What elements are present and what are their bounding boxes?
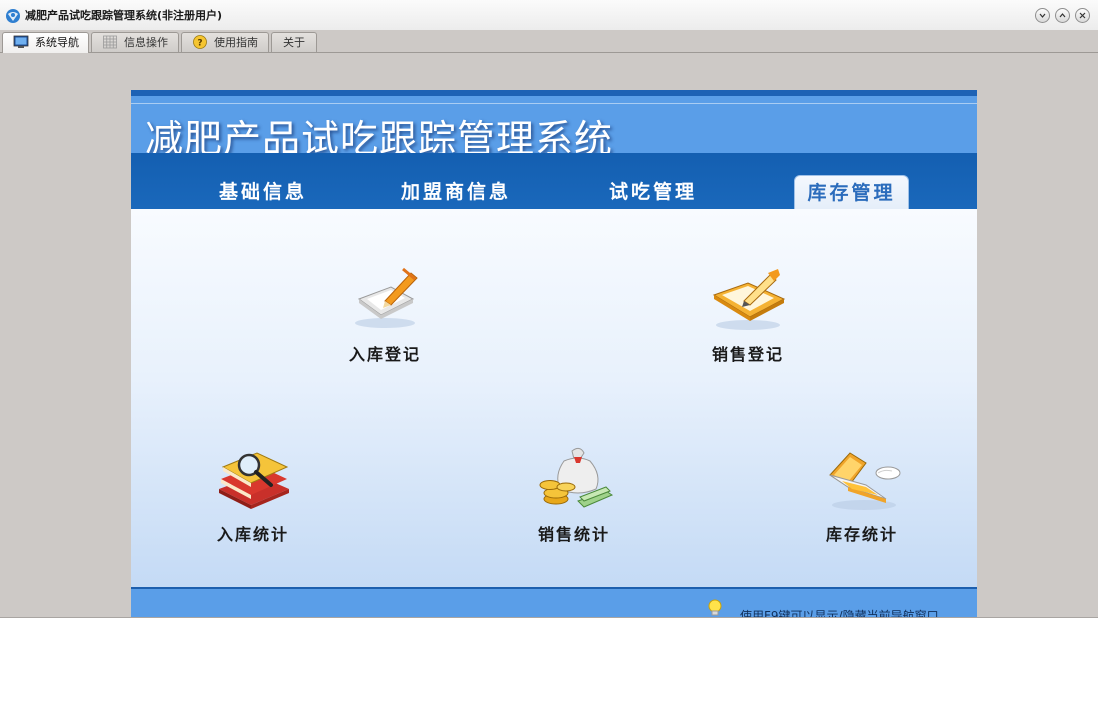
laptop-mouse-icon [829, 452, 901, 510]
tab-user-guide[interactable]: ? 使用指南 [181, 32, 269, 52]
close-button[interactable] [1075, 8, 1090, 23]
nav-tab-basic-info[interactable]: 基础信息 [203, 175, 323, 209]
stock-in-register-button[interactable]: 入库登记 [325, 265, 445, 375]
sales-register-button[interactable]: 销售登记 [688, 265, 808, 375]
function-label: 销售登记 [711, 345, 784, 364]
grid-icon [103, 35, 117, 49]
module-nav: 基础信息 加盟商信息 试吃管理 库存管理 [131, 153, 977, 209]
function-label: 入库统计 [216, 525, 289, 544]
tab-bar: 系统导航 信息操作 ? 使用指南 关于 [0, 30, 1098, 53]
tab-label: 系统导航 [35, 36, 79, 49]
tab-label: 使用指南 [214, 36, 258, 49]
app-window: 减肥产品试吃跟踪管理系统(非注册用户) 系统导航 信息操作 ? 使用指南 关于 … [0, 0, 1098, 618]
close-icon [1079, 12, 1086, 19]
footer-bar: 使用F9键可以显示/隐藏当前导航窗口 [131, 587, 977, 617]
tab-system-nav[interactable]: 系统导航 [2, 32, 89, 53]
minimize-button[interactable] [1035, 8, 1050, 23]
tab-label: 关于 [283, 36, 305, 49]
function-area: 入库登记 销售登记 入库统计 销售统计 库存统计 [131, 209, 977, 587]
maximize-button[interactable] [1055, 8, 1070, 23]
nav-tab-inventory-management[interactable]: 库存管理 [794, 175, 909, 209]
function-label: 库存统计 [825, 525, 898, 544]
tab-label: 信息操作 [124, 36, 168, 49]
stock-in-statistics-button[interactable]: 入库统计 [193, 445, 313, 555]
sales-statistics-button[interactable]: 销售统计 [514, 445, 634, 555]
title-bar: 减肥产品试吃跟踪管理系统(非注册用户) [0, 0, 1098, 31]
banner-divider [131, 103, 977, 104]
maximize-icon [1059, 13, 1066, 18]
notebook-pen-icon [712, 269, 786, 330]
window-title: 减肥产品试吃跟踪管理系统(非注册用户) [25, 9, 223, 22]
tab-about[interactable]: 关于 [271, 32, 317, 52]
monitor-icon [13, 35, 29, 48]
navigation-panel: 减肥产品试吃跟踪管理系统 基础信息 加盟商信息 试吃管理 库存管理 入库登记 销… [131, 90, 977, 617]
svg-text:?: ? [197, 39, 202, 49]
app-logo-icon [6, 9, 20, 23]
function-label: 入库登记 [348, 345, 421, 364]
tip-text: 使用F9键可以显示/隐藏当前导航窗口 [740, 609, 939, 617]
books-magnifier-icon [219, 452, 289, 509]
inventory-statistics-button[interactable]: 库存统计 [802, 445, 922, 555]
nav-tab-franchisee-info[interactable]: 加盟商信息 [389, 175, 523, 209]
function-label: 销售统计 [537, 525, 610, 544]
nav-tab-trial-management[interactable]: 试吃管理 [595, 175, 711, 209]
money-bag-coins-icon [539, 447, 614, 508]
tab-info-ops[interactable]: 信息操作 [91, 32, 179, 52]
minimize-icon [1039, 13, 1046, 18]
lightbulb-icon [708, 599, 722, 616]
pencil-document-icon [355, 267, 418, 328]
banner: 减肥产品试吃跟踪管理系统 [131, 90, 977, 161]
help-icon: ? [193, 35, 207, 49]
